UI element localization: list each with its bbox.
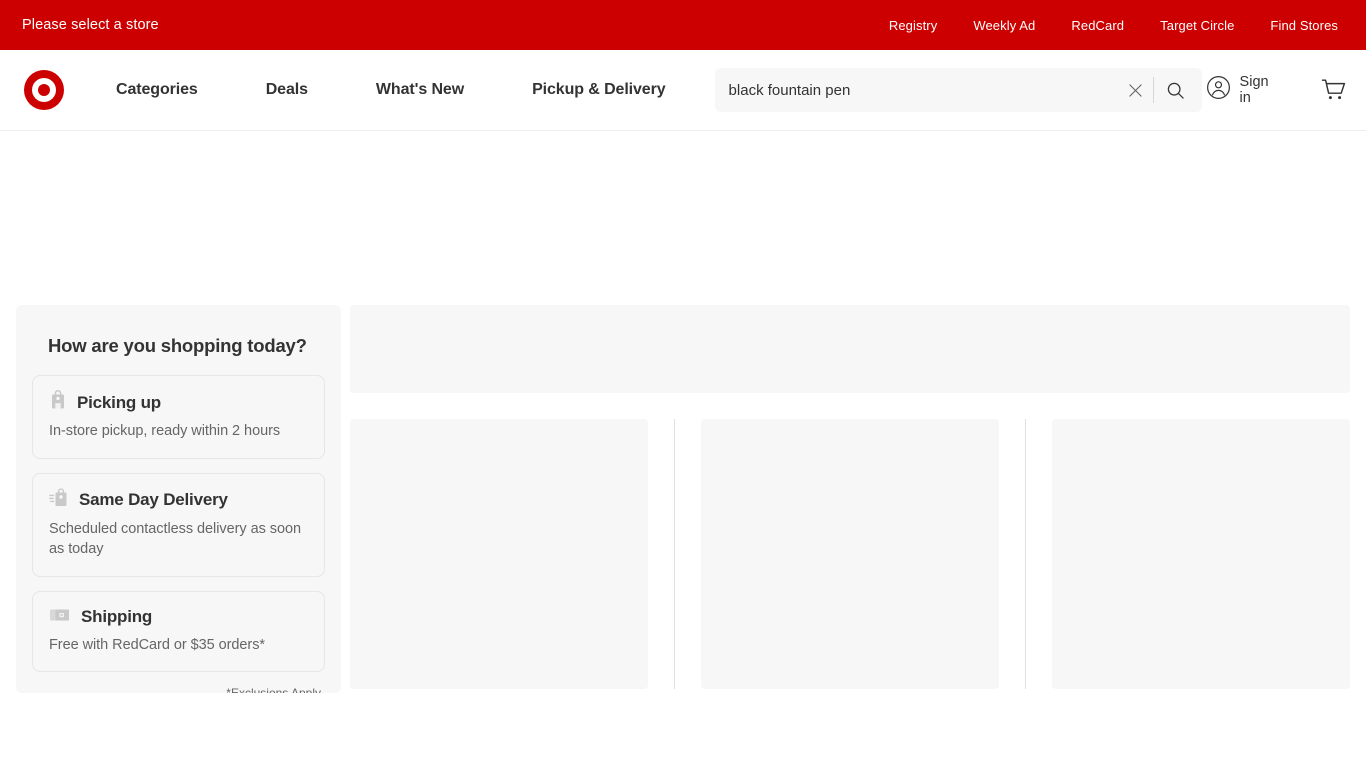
sign-in-label: Sign in [1239,74,1269,106]
shipping-box-icon [49,606,71,629]
page-body: How are you shopping today? Picking up I… [0,131,1366,768]
utility-link-target-circle[interactable]: Target Circle [1160,18,1234,33]
nav-item-deals[interactable]: Deals [266,75,308,105]
account-circle-icon [1206,75,1231,105]
bullseye-middle-ring [32,78,56,102]
utility-bar: Please select a store Registry Weekly Ad… [0,0,1366,50]
bullseye-center-dot [38,84,50,96]
search-input[interactable] [728,68,1121,112]
grid-divider [1025,419,1026,689]
search-results-area [350,305,1350,689]
fulfillment-option-same-day-delivery[interactable]: Same Day Delivery Scheduled contactless … [32,472,325,577]
search-box [714,68,1202,112]
fulfillment-card-head: Same Day Delivery [49,488,308,513]
store-selector-link[interactable]: Please select a store [22,17,159,33]
search-divider [1152,77,1154,103]
skeleton-banner-placeholder [350,305,1350,393]
nav-item-pickup-delivery[interactable]: Pickup & Delivery [532,75,666,105]
shopping-cart-icon[interactable] [1319,73,1348,107]
fulfillment-card-title: Shipping [81,607,153,627]
search-area [714,68,1202,112]
search-icon[interactable] [1156,70,1196,110]
utility-link-registry[interactable]: Registry [889,18,937,33]
fulfillment-card-description: Scheduled contactless delivery as soon a… [49,520,301,557]
utility-nav: Registry Weekly Ad RedCard Target Circle… [889,18,1338,33]
fulfillment-card-description: In-store pickup, ready within 2 hours [49,423,281,439]
primary-nav: Categories Deals What's New Pickup & Del… [116,75,666,105]
skeleton-card-body [350,419,648,689]
utility-link-find-stores[interactable]: Find Stores [1270,18,1338,33]
fulfillment-card-title: Picking up [77,392,161,412]
fulfillment-card-title: Same Day Delivery [79,490,228,510]
skeleton-product-card [701,419,999,689]
same-day-delivery-bag-icon [49,488,69,513]
skeleton-product-card [1052,419,1350,689]
nav-item-whats-new[interactable]: What's New [376,75,464,105]
header-right: Sign in [1202,68,1357,112]
grid-divider [674,419,675,689]
fulfillment-option-shipping[interactable]: Shipping Free with RedCard or $35 orders… [32,590,325,673]
sign-in-button[interactable]: Sign in [1202,68,1278,112]
skeleton-card-body [701,419,999,689]
fulfillment-card-head: Picking up [49,390,308,415]
skeleton-card-body [1052,419,1350,689]
fulfillment-panel: How are you shopping today? Picking up I… [16,305,341,693]
bullseye-icon [24,70,64,110]
nav-item-categories[interactable]: Categories [116,75,198,105]
fulfillment-option-picking-up[interactable]: Picking up In-store pickup, ready within… [32,375,325,459]
skeleton-product-card [350,419,648,689]
utility-link-redcard[interactable]: RedCard [1071,18,1124,33]
close-x-icon[interactable] [1121,75,1151,105]
fulfillment-card-head: Shipping [49,606,308,629]
fulfillment-panel-title: How are you shopping today? [48,335,307,356]
skeleton-product-grid [350,419,1350,689]
target-logo[interactable] [18,64,70,116]
store-pickup-bag-icon [49,390,67,415]
utility-link-weekly-ad[interactable]: Weekly Ad [973,18,1035,33]
main-header: Categories Deals What's New Pickup & Del… [0,50,1366,131]
exclusions-footnote: *Exclusions Apply [32,686,325,693]
fulfillment-card-description: Free with RedCard or $35 orders* [49,636,265,653]
